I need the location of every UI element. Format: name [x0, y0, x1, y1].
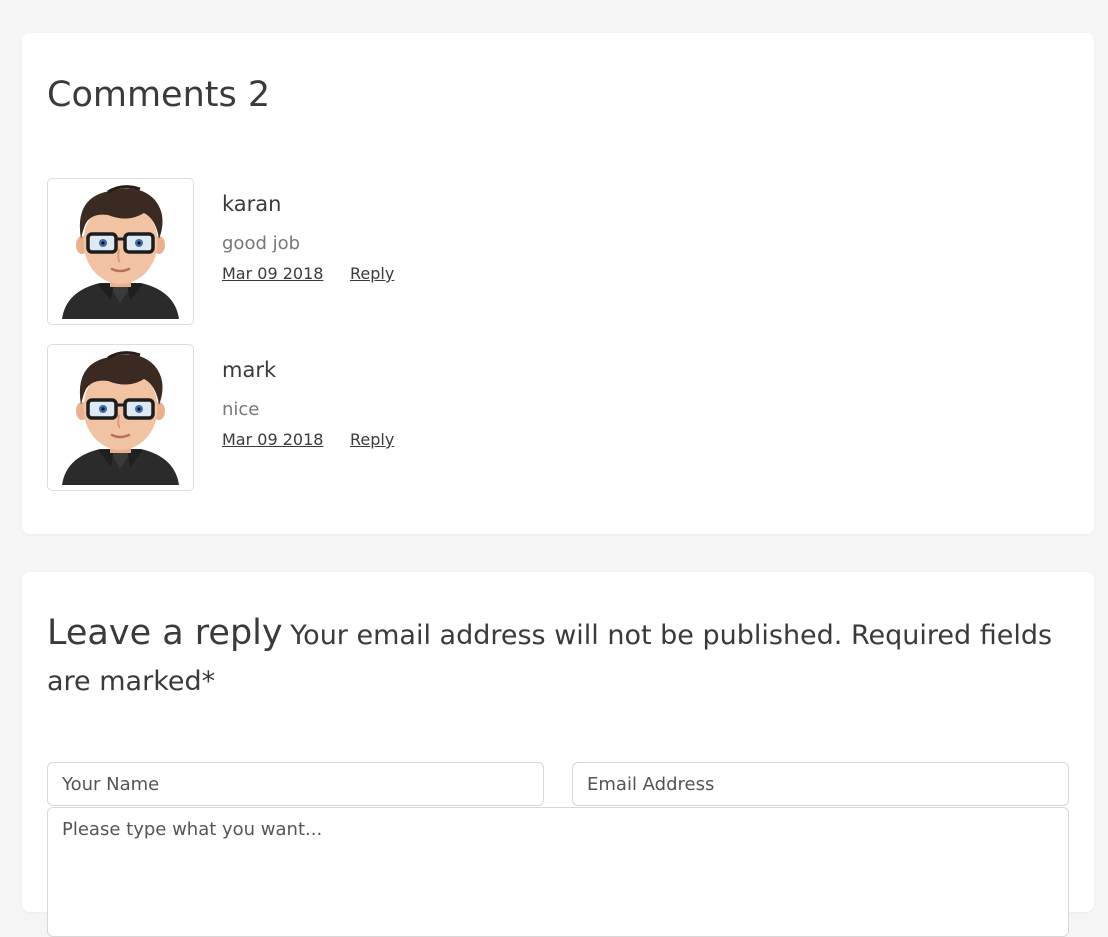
comments-title: Comments 2: [47, 75, 271, 115]
avatar-icon: [47, 344, 194, 491]
reply-card: Leave a reply Your email address will no…: [22, 572, 1094, 937]
reply-title: Leave a reply: [47, 613, 283, 653]
reply-heading: Leave a reply Your email address will no…: [47, 610, 1077, 705]
comment-date-link[interactable]: Mar 09 2018: [222, 264, 323, 284]
message-textarea[interactable]: [47, 807, 1069, 937]
reply-link[interactable]: Reply: [350, 430, 394, 450]
name-input[interactable]: [47, 762, 544, 806]
comment-date-link[interactable]: Mar 09 2018: [222, 430, 323, 450]
comment-item: karan good job Mar 09 2018 Reply: [47, 178, 1067, 325]
comment-author: karan: [222, 192, 282, 216]
comment-text: nice: [222, 399, 260, 420]
comment-item: mark nice Mar 09 2018 Reply: [47, 344, 1067, 491]
reply-link[interactable]: Reply: [350, 264, 394, 284]
comments-card: Comments 2 karan good job Mar 09 2018 Re…: [22, 33, 1094, 534]
comment-author: mark: [222, 358, 277, 382]
comment-text: good job: [222, 233, 301, 254]
avatar-icon: [47, 178, 194, 325]
email-input[interactable]: [572, 762, 1069, 806]
